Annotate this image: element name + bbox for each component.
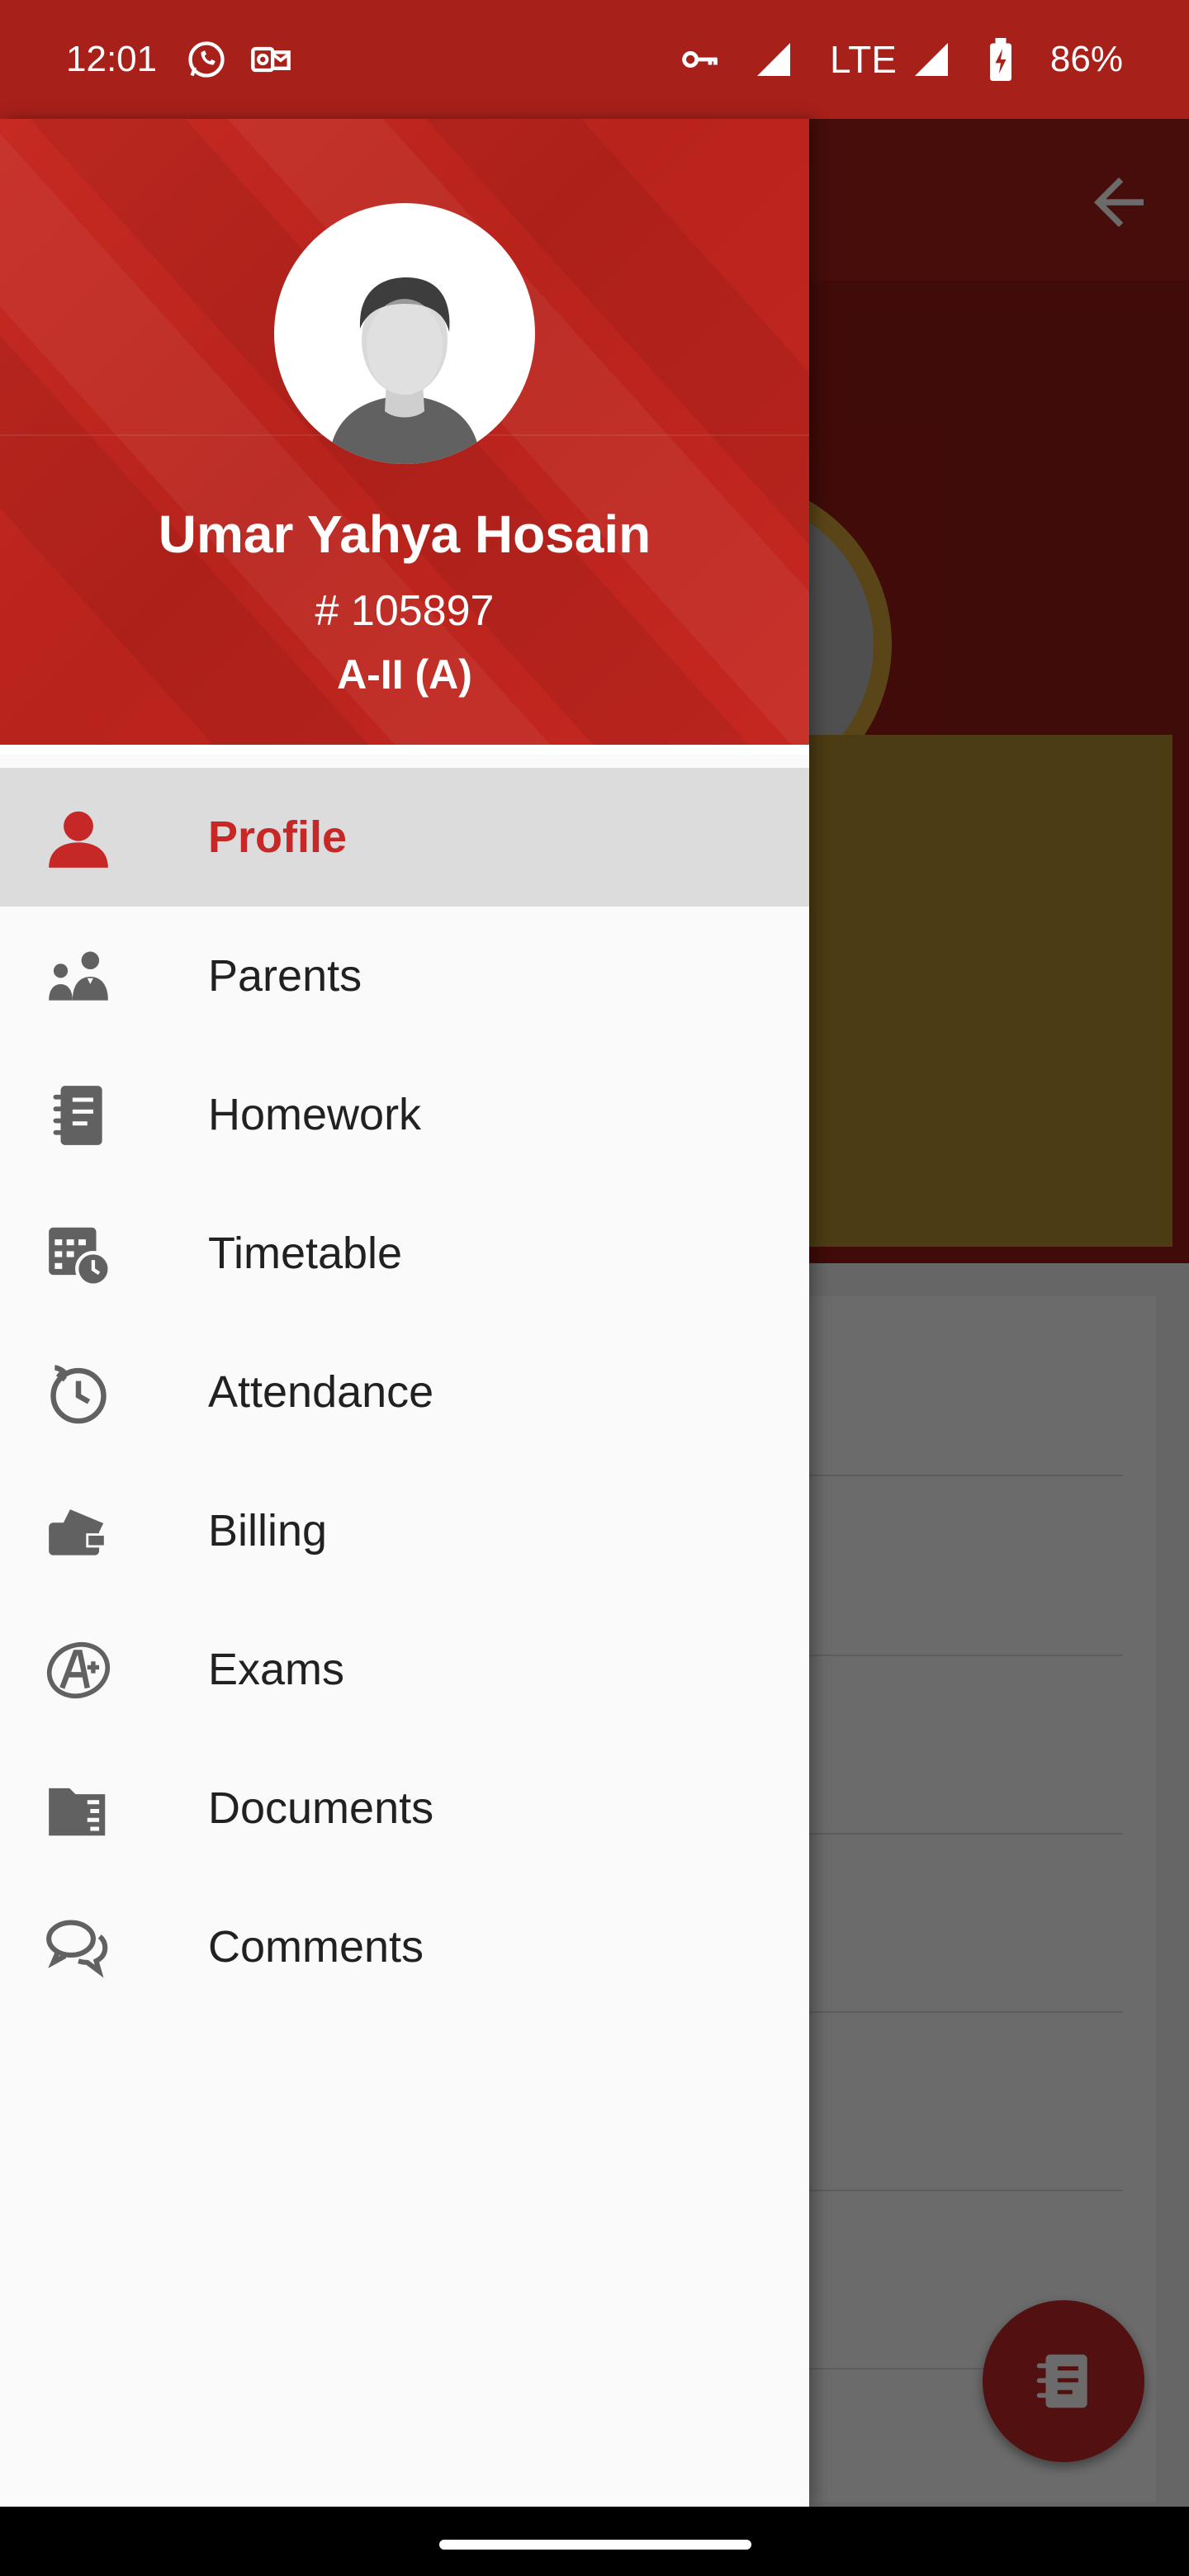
menu-item-profile[interactable]: Profile: [0, 768, 809, 907]
battery-charging-icon: [984, 38, 1017, 81]
default-avatar-icon: [329, 277, 481, 464]
signal-icon: [754, 40, 793, 79]
avatar[interactable]: [274, 203, 535, 464]
menu-item-attendance[interactable]: Attendance: [0, 1323, 809, 1461]
status-time: 12:01: [66, 39, 158, 79]
menu-item-label: Comments: [208, 1922, 424, 1972]
battery-level: 86%: [1049, 39, 1123, 79]
menu-item-billing[interactable]: Billing: [0, 1461, 809, 1600]
notebook-icon: [43, 1080, 114, 1151]
network-type: LTE: [829, 38, 897, 81]
folder-icon: [43, 1773, 114, 1844]
calendar-clock-icon: [43, 1219, 114, 1290]
drawer-header: Umar Yahya Hosain # 105897 A-II (A): [0, 119, 809, 755]
menu-item-timetable[interactable]: Timetable: [0, 1184, 809, 1323]
menu-item-parents[interactable]: Parents: [0, 907, 809, 1045]
status-bar: 12:01 LTE 86%: [0, 0, 1189, 119]
menu-item-label: Billing: [208, 1506, 328, 1556]
parents-icon: [43, 941, 114, 1012]
menu-item-label: Homework: [208, 1090, 422, 1139]
signal-icon: [912, 40, 951, 79]
student-id: # 105897: [315, 587, 495, 635]
home-gesture-handle[interactable]: [439, 2540, 751, 2550]
menu-item-label: Timetable: [208, 1229, 403, 1278]
menu-item-label: Parents: [208, 951, 362, 1001]
menu-item-documents[interactable]: Documents: [0, 1739, 809, 1878]
menu-item-comments[interactable]: Comments: [0, 1878, 809, 2016]
menu-item-label: Exams: [208, 1645, 345, 1694]
menu-item-label: Profile: [208, 812, 348, 862]
student-name: Umar Yahya Hosain: [158, 504, 651, 564]
whatsapp-icon: [185, 38, 228, 81]
menu-item-label: Documents: [208, 1783, 434, 1833]
wallet-icon: [43, 1496, 114, 1567]
menu-item-exams[interactable]: Exams: [0, 1600, 809, 1739]
clock-icon: [43, 1357, 114, 1428]
menu-item-label: Attendance: [208, 1367, 434, 1417]
navigation-drawer: Umar Yahya Hosain # 105897 A-II (A) Prof…: [0, 119, 809, 2507]
drawer-menu: Profile Parents Homework Timetable Atten: [0, 768, 809, 2016]
grade-a-plus-icon: [43, 1635, 114, 1706]
system-navigation-bar: [0, 2507, 1189, 2576]
menu-item-homework[interactable]: Homework: [0, 1045, 809, 1184]
person-icon: [43, 803, 114, 874]
chat-bubbles-icon: [43, 1912, 114, 1983]
outlook-icon: [249, 38, 292, 81]
vpn-key-icon: [678, 38, 721, 81]
student-class: A-II (A): [337, 651, 472, 698]
